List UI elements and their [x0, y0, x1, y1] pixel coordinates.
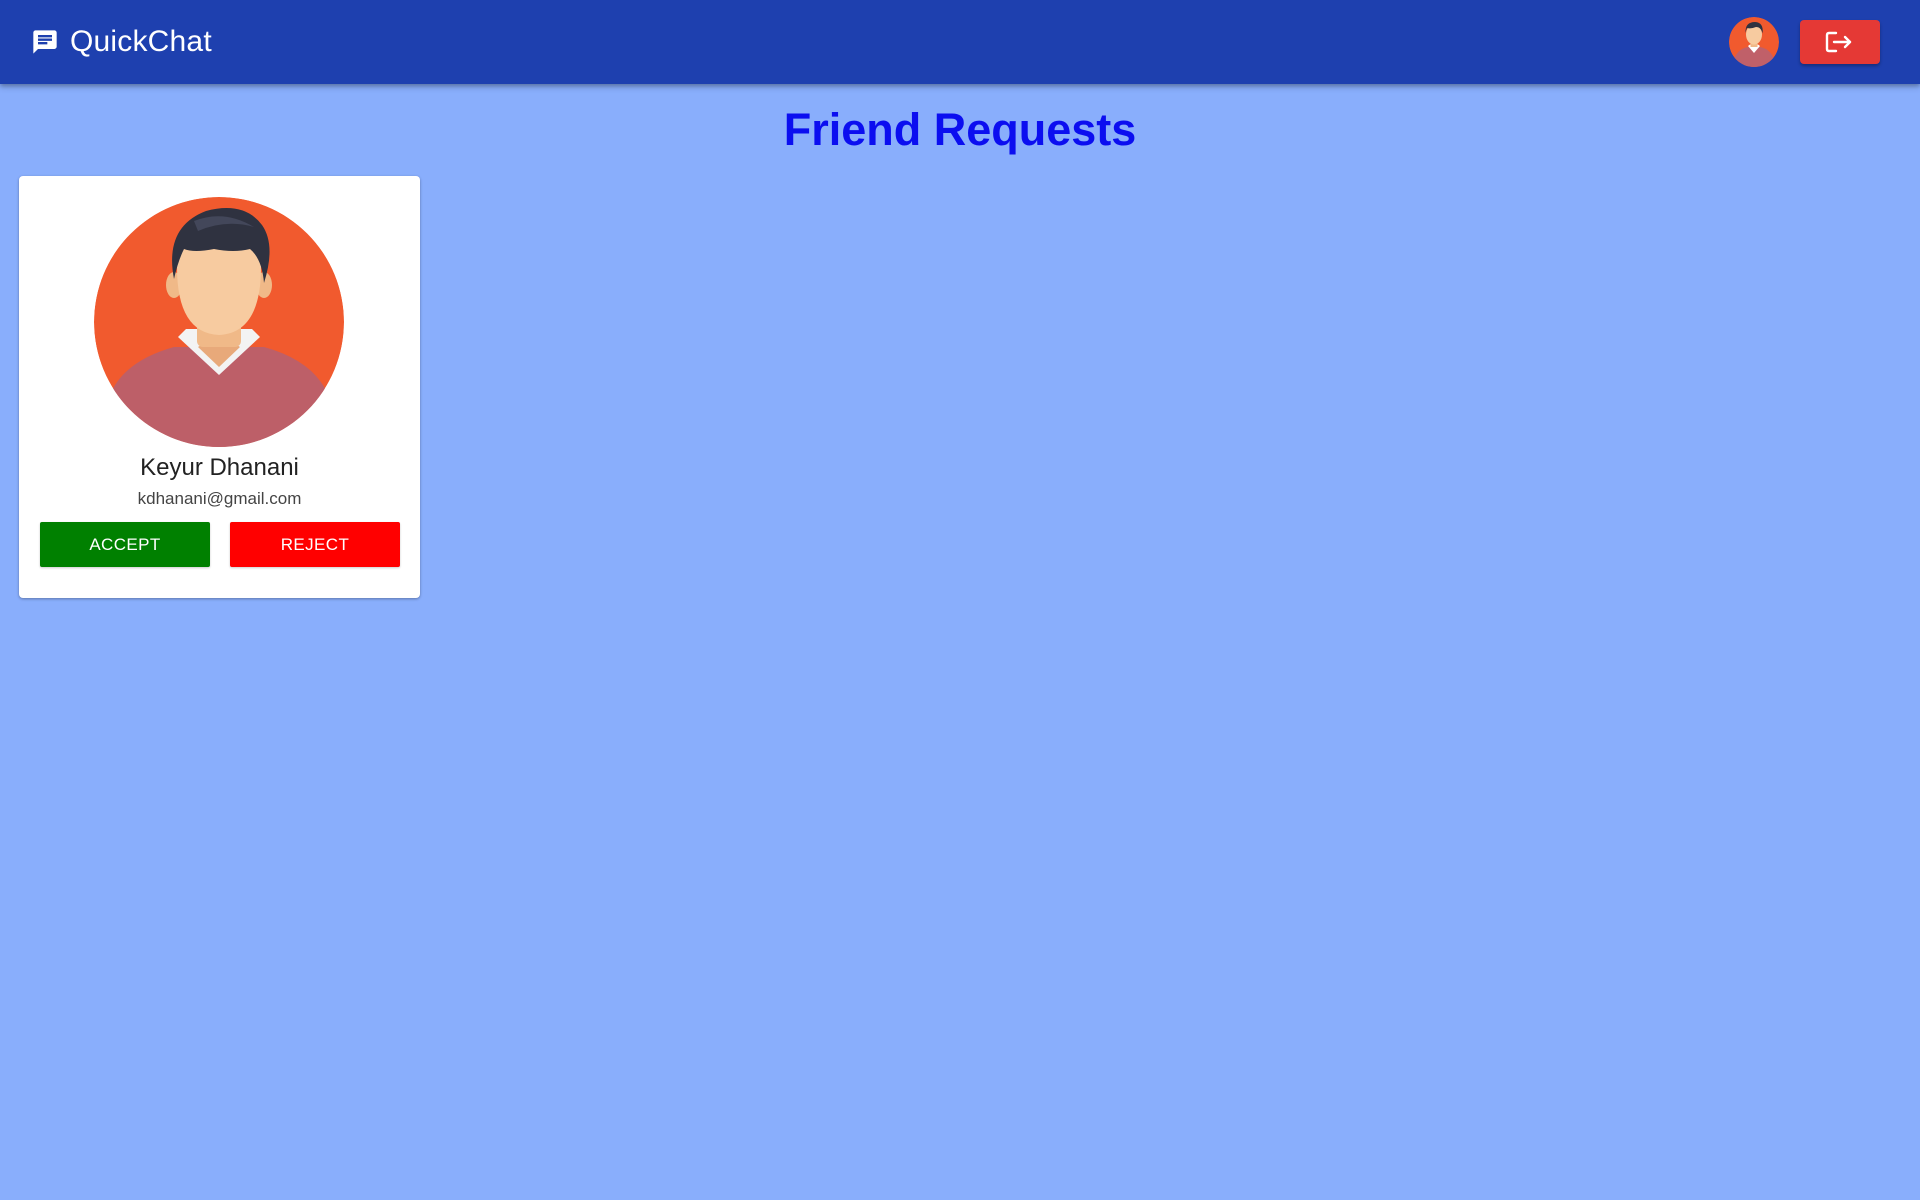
page-title: Friend Requests	[783, 104, 1137, 155]
brand[interactable]: QuickChat	[31, 0, 212, 84]
app-bar: QuickChat	[0, 0, 1920, 84]
logout-button[interactable]	[1800, 20, 1880, 64]
male-avatar-icon	[94, 197, 344, 447]
chat-bubble-icon	[31, 28, 59, 56]
accept-button[interactable]: ACCEPT	[40, 522, 210, 567]
app-title: QuickChat	[70, 25, 212, 58]
user-avatar-icon[interactable]	[1729, 17, 1779, 67]
requester-name: Keyur Dhanani	[140, 454, 299, 481]
requester-email: kdhanani@gmail.com	[137, 489, 302, 508]
reject-button[interactable]: REJECT	[230, 522, 400, 567]
logout-icon	[1825, 30, 1855, 54]
friend-request-card: Keyur Dhanani kdhanani@gmail.com ACCEPT …	[19, 176, 420, 598]
